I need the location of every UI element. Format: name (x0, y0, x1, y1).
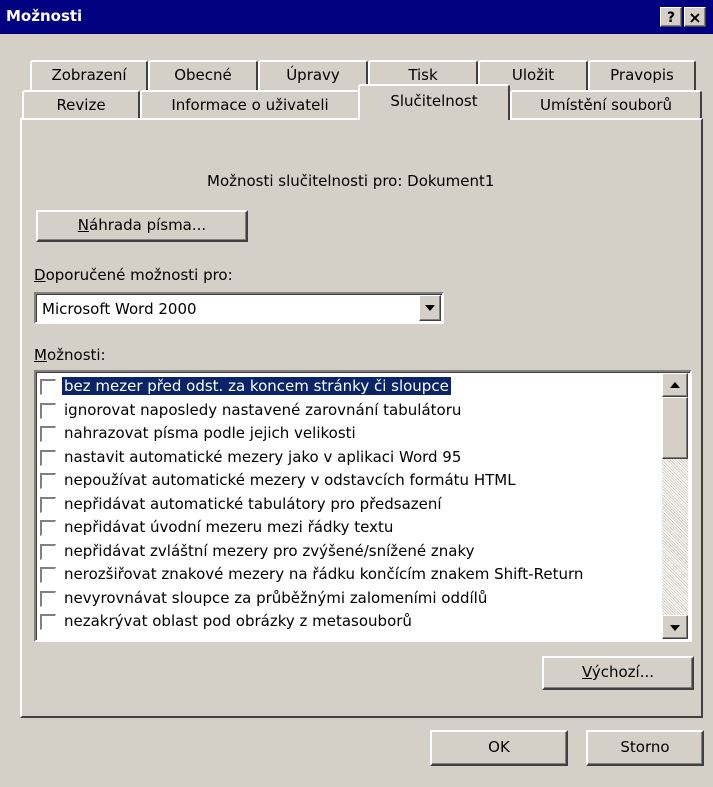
checkbox[interactable] (40, 402, 56, 419)
help-icon[interactable]: ? (660, 7, 682, 27)
button-label: Storno (620, 738, 670, 756)
checkbox[interactable] (40, 567, 56, 583)
checkbox[interactable] (40, 426, 56, 442)
label-text: ožnosti: (46, 346, 106, 364)
option-label: nepřidávat úvodní mezeru mezi řádky text… (64, 518, 394, 536)
button-accel: V (581, 663, 592, 681)
checkbox[interactable] (40, 543, 56, 560)
scroll-down-icon[interactable] (662, 615, 688, 639)
list-item[interactable]: ignorovat naposledy nastavené zarovnání … (40, 400, 656, 424)
options-label: Možnosti: (34, 346, 106, 364)
tab-pravopis[interactable]: Pravopis (588, 60, 696, 90)
option-label: nepoužívat automatické mezery v odstavcí… (64, 471, 516, 489)
checkbox[interactable] (40, 520, 56, 536)
tab-label: Úpravy (286, 66, 340, 84)
label-accel: D (34, 266, 46, 284)
checkbox[interactable] (40, 449, 56, 466)
list-item[interactable]: nahrazovat písma podle jejich velikosti (40, 423, 656, 447)
label-accel: M (34, 346, 47, 364)
options-list[interactable]: bez mezer před odst. za koncem stránky č… (34, 370, 692, 642)
option-label: nastavit automatické mezery jako v aplik… (64, 447, 462, 466)
option-label: nerozšiřovat znakové mezery na řádku kon… (64, 565, 584, 583)
list-item[interactable]: bez mezer před odst. za koncem stránky č… (40, 376, 656, 400)
button-accel: N (77, 216, 90, 234)
ok-button[interactable]: OK (430, 730, 568, 766)
recommended-select-value: Microsoft Word 2000 (42, 300, 197, 318)
compatibility-panel: Možnosti slučitelnosti pro: Dokument1 Ná… (20, 118, 703, 718)
checkbox[interactable] (40, 496, 56, 513)
tab-label: Revize (56, 96, 106, 114)
option-label: ignorovat naposledy nastavené zarovnání … (64, 400, 462, 419)
scroll-up-icon[interactable] (662, 373, 688, 397)
tab-label: Tisk (408, 66, 438, 84)
list-item[interactable]: nepřidávat úvodní mezeru mezi řádky text… (40, 517, 656, 541)
tab-umisteni-souboru[interactable]: Umístění souborů (510, 90, 702, 120)
tab-label: Zobrazení (51, 66, 127, 84)
option-label: nahrazovat písma podle jejich velikosti (64, 424, 356, 442)
tab-label: Umístění souborů (540, 96, 672, 114)
tab-slucitelnost[interactable]: Slučitelnost (358, 84, 510, 120)
scroll-thumb[interactable] (662, 397, 688, 459)
option-label: bez mezer před odst. za koncem stránky č… (61, 376, 452, 396)
panel-heading: Možnosti slučitelnosti pro: Dokument1 (207, 172, 495, 190)
list-item[interactable]: nerozšiřovat znakové mezery na řádku kon… (40, 564, 656, 588)
button-label: ýchozí... (591, 663, 654, 681)
button-label: OK (488, 738, 510, 756)
recommended-label: Doporučené možnosti pro: (34, 266, 233, 284)
title-bar[interactable]: Možnosti ? × (0, 0, 713, 34)
list-item[interactable]: nepřidávat automatické tabulátory pro př… (40, 494, 656, 518)
tab-informace-o-uzivateli[interactable]: Informace o uživateli (140, 90, 360, 120)
tab-obecne[interactable]: Obecné (148, 60, 258, 90)
list-item[interactable]: nepoužívat automatické mezery v odstavcí… (40, 470, 656, 494)
options-dialog: Možnosti ? × Zobrazení Obecné Úpravy Tis… (0, 0, 713, 787)
checkbox[interactable] (40, 379, 56, 395)
list-item[interactable]: nastavit automatické mezery jako v aplik… (40, 447, 656, 471)
tab-revize[interactable]: Revize (22, 90, 140, 120)
cancel-button[interactable]: Storno (586, 730, 704, 766)
tab-label: Informace o uživateli (171, 96, 329, 114)
chevron-down-icon[interactable] (419, 295, 441, 321)
tab-label: Slučitelnost (390, 92, 478, 110)
button-label: áhrada písma... (89, 216, 207, 234)
checkbox[interactable] (40, 614, 56, 630)
close-icon[interactable]: × (684, 7, 706, 27)
checkbox[interactable] (40, 473, 56, 489)
recommended-select[interactable]: Microsoft Word 2000 (34, 292, 444, 324)
list-item[interactable]: nepřidávat zvláštní mezery pro zvýšené/s… (40, 541, 656, 565)
tab-label: Pravopis (610, 66, 674, 84)
list-item[interactable]: nezakrývat oblast pod obrázky z metasoub… (40, 611, 656, 635)
tab-label: Uložit (511, 66, 555, 84)
default-button[interactable]: Výchozí... (542, 656, 694, 690)
tab-label: Obecné (174, 66, 232, 84)
font-substitution-button[interactable]: Náhrada písma... (36, 210, 248, 242)
option-label: nepřidávat zvláštní mezery pro zvýšené/s… (64, 541, 475, 560)
option-label: nepřidávat automatické tabulátory pro př… (64, 494, 442, 513)
checkbox[interactable] (40, 590, 56, 607)
tab-upravy[interactable]: Úpravy (258, 60, 368, 90)
tab-zobrazeni[interactable]: Zobrazení (30, 60, 148, 90)
option-label: nevyrovnávat sloupce za průběžnými zalom… (64, 588, 488, 607)
window-title: Možnosti (6, 7, 83, 25)
label-text: oporučené možnosti pro: (45, 266, 233, 284)
list-item[interactable]: nevyrovnávat sloupce za průběžnými zalom… (40, 588, 656, 612)
option-label: nezakrývat oblast pod obrázky z metasoub… (64, 612, 412, 630)
